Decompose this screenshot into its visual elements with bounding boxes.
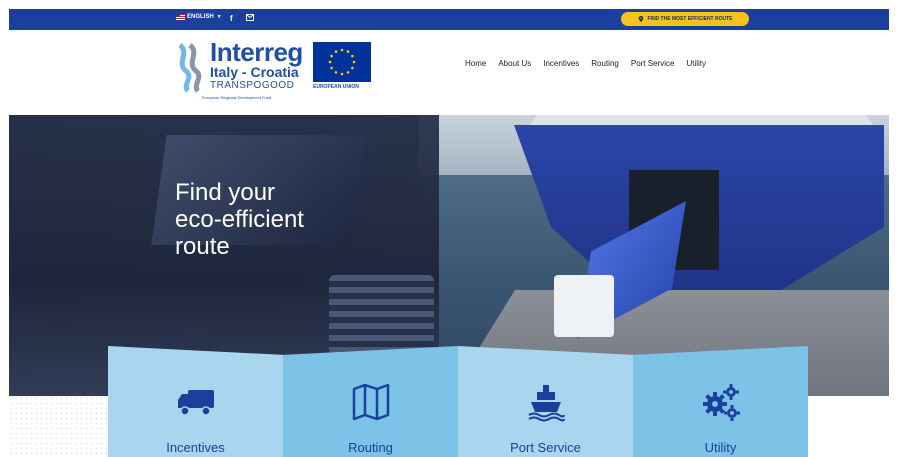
eu-label: EUROPEAN UNION — [313, 84, 359, 90]
map-icon — [352, 383, 389, 421]
feature-port-service[interactable]: Port Service — [458, 346, 633, 457]
logo-project: TRANSPOGOOD — [210, 80, 295, 91]
us-flag-icon — [176, 14, 185, 20]
main-nav: Home About Us Incentives Routing Port Se… — [465, 59, 706, 68]
feature-routing[interactable]: Routing — [283, 346, 458, 457]
white-truck-cab — [554, 275, 614, 337]
hero-title: Find your eco-efficient route — [175, 179, 304, 260]
feature-panels: Incentives Routing Port Service Utility — [108, 346, 808, 457]
hero-title-line: route — [175, 233, 230, 260]
location-pin-icon — [638, 16, 643, 22]
feature-label: Routing — [348, 440, 393, 455]
site-header: Interreg Italy - Croatia TRANSPOGOOD Eur… — [9, 30, 889, 115]
facebook-icon[interactable]: f — [230, 13, 233, 25]
nav-utility[interactable]: Utility — [686, 59, 706, 68]
find-route-button[interactable]: FIND THE MOST EFFICIENT ROUTE — [621, 12, 749, 26]
background-pattern — [9, 396, 108, 457]
eu-flag-icon — [313, 42, 371, 82]
gears-icon — [702, 384, 740, 421]
nav-incentives[interactable]: Incentives — [543, 59, 579, 68]
hero-title-line: Find your — [175, 179, 276, 206]
hero-title-line: eco-efficient — [175, 206, 304, 233]
feature-utility[interactable]: Utility — [633, 346, 808, 457]
top-bar: ENGLISH ▼ f FIND THE MOST EFFICIENT ROUT… — [9, 9, 889, 30]
language-label: ENGLISH — [187, 14, 214, 20]
nav-about-us[interactable]: About Us — [498, 59, 531, 68]
mail-icon[interactable] — [246, 13, 254, 25]
nav-home[interactable]: Home — [465, 59, 486, 68]
feature-label: Utility — [704, 440, 737, 455]
ship-icon — [527, 385, 565, 422]
feature-label: Port Service — [510, 440, 581, 455]
find-route-label: FIND THE MOST EFFICIENT ROUTE — [647, 16, 733, 22]
truck-grille — [329, 275, 434, 355]
nav-port-service[interactable]: Port Service — [631, 59, 675, 68]
interreg-waves-icon — [178, 43, 202, 93]
language-selector[interactable]: ENGLISH ▼ — [176, 14, 222, 20]
chevron-down-icon: ▼ — [216, 14, 222, 20]
eu-logo: EUROPEAN UNION — [313, 42, 373, 94]
logo-program: Italy - Croatia — [210, 64, 299, 80]
feature-label: Incentives — [166, 440, 225, 455]
truck-icon — [177, 390, 214, 416]
feature-incentives[interactable]: Incentives — [108, 346, 283, 457]
nav-routing[interactable]: Routing — [591, 59, 619, 68]
logo-fund: European Regional Development Fund — [202, 95, 272, 100]
interreg-logo[interactable]: Interreg Italy - Croatia TRANSPOGOOD Eur… — [176, 37, 316, 111]
